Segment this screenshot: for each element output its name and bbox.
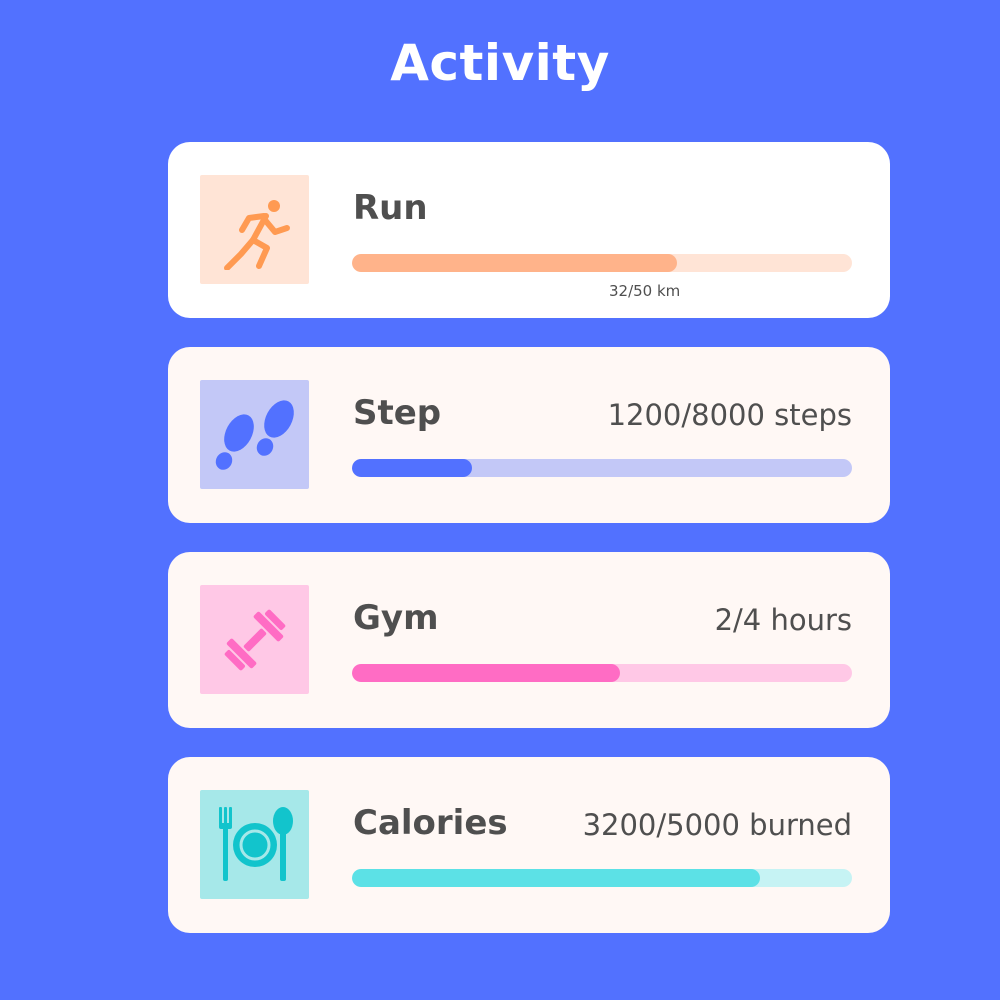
progress-track (352, 459, 852, 477)
activity-card-calories[interactable]: Calories 3200/5000 burned (168, 757, 890, 933)
plate-cutlery-icon (218, 806, 293, 881)
page-title: Activity (390, 34, 610, 92)
activity-value: 1200/8000 steps (607, 398, 852, 432)
activity-card-gym[interactable]: Gym 2/4 hours (168, 552, 890, 728)
dumbbell-icon (224, 609, 285, 670)
calories-icon-tile (200, 790, 309, 899)
activity-label: Step (353, 393, 442, 433)
activity-card-step[interactable]: Step 1200/8000 steps (168, 347, 890, 523)
footprints-icon (215, 399, 294, 470)
gym-icon-tile (200, 585, 309, 694)
progress-fill (352, 254, 677, 272)
activity-value: 32/50 km (609, 282, 681, 300)
progress-fill (352, 869, 760, 887)
activity-label: Run (353, 188, 428, 228)
progress-track (352, 869, 852, 887)
progress-track (352, 254, 852, 272)
run-icon-tile (200, 175, 309, 284)
running-person-icon (223, 199, 290, 270)
activity-value: 2/4 hours (714, 603, 852, 637)
activity-label: Calories (353, 803, 508, 843)
activity-label: Gym (353, 598, 439, 638)
progress-track (352, 664, 852, 682)
step-icon-tile (200, 380, 309, 489)
progress-fill (352, 664, 620, 682)
activity-card-run[interactable]: Run 32/50 km (168, 142, 890, 318)
activity-value: 3200/5000 burned (582, 808, 852, 842)
progress-fill (352, 459, 472, 477)
